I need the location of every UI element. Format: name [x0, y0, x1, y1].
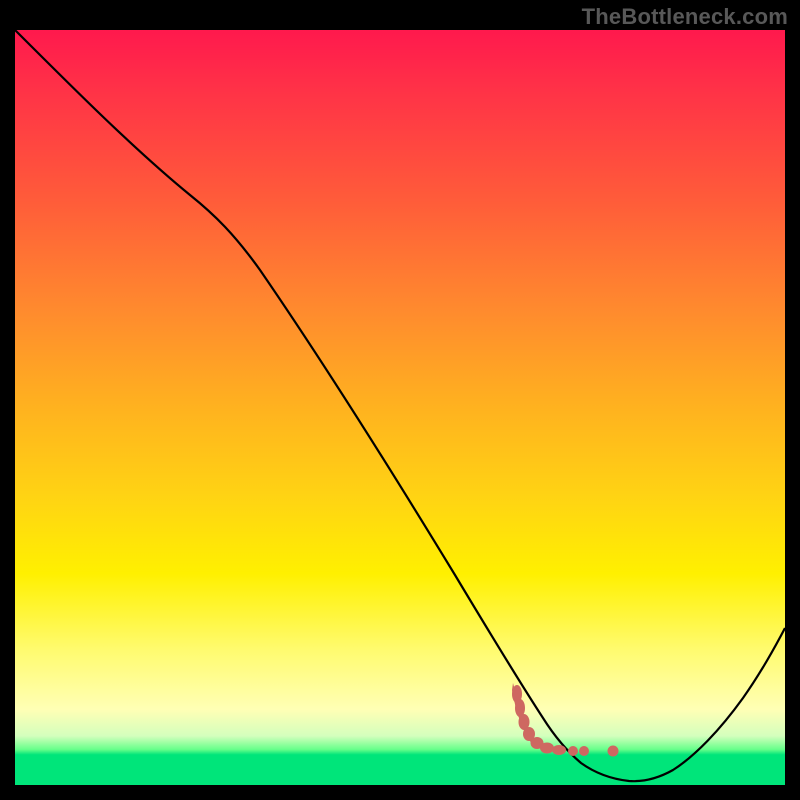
plot-area	[15, 30, 785, 785]
chart-svg	[15, 30, 785, 785]
chart-frame: TheBottleneck.com	[0, 0, 800, 800]
bottleneck-curve	[15, 30, 785, 781]
watermark-text: TheBottleneck.com	[582, 4, 788, 30]
